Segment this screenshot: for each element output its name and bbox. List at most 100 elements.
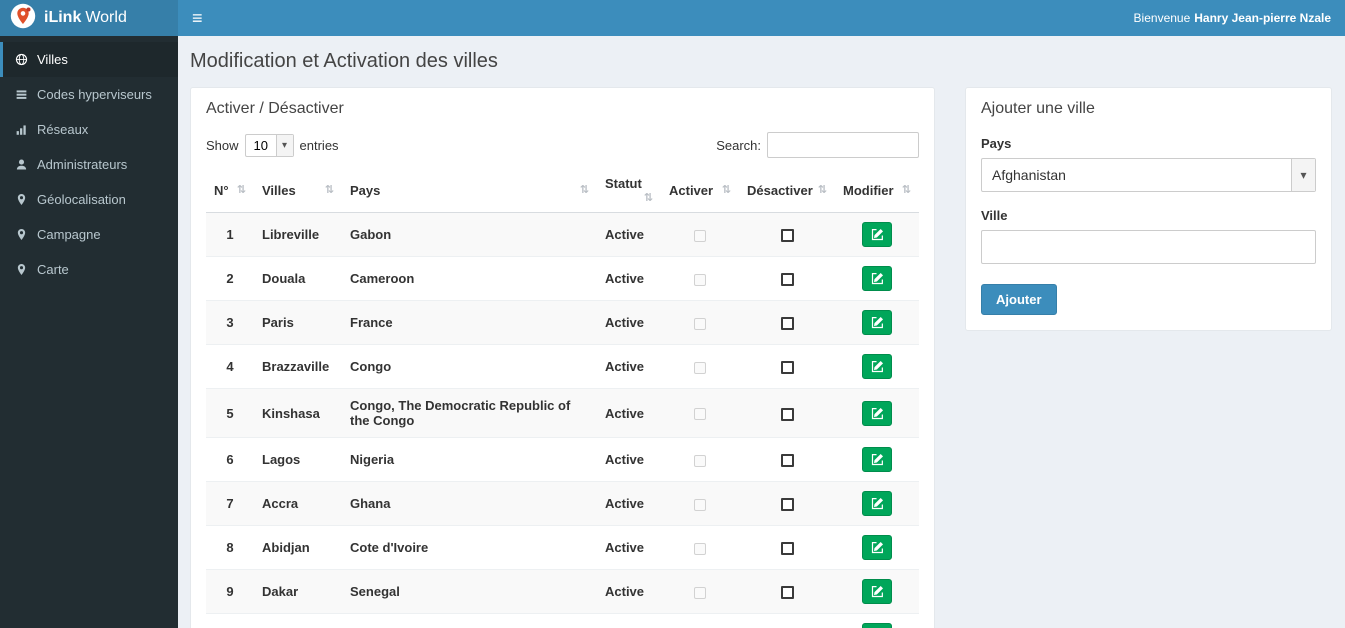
- cell-modifier: [835, 437, 919, 482]
- sidebar-item-label: Réseaux: [37, 122, 89, 137]
- edit-button[interactable]: [862, 623, 892, 628]
- cell-pays: France: [342, 300, 597, 345]
- top-bar: iLink World ≡ Bienvenue Hanry Jean-pierre …: [0, 0, 1345, 36]
- cell-num: 7: [206, 481, 254, 526]
- edit-button[interactable]: [862, 535, 892, 560]
- cell-modifier: [835, 344, 919, 389]
- brand-bold: iLink: [44, 9, 82, 26]
- desactiver-checkbox[interactable]: [780, 498, 794, 512]
- edit-button[interactable]: [862, 266, 892, 291]
- edit-icon: [871, 407, 884, 420]
- welcome-text: Bienvenue Hanry Jean-pierre Nzale: [1134, 11, 1331, 25]
- column-header-villes[interactable]: Villes ⇅: [254, 168, 342, 213]
- column-label: Désactiver: [747, 182, 813, 198]
- country-label: Pays: [981, 136, 1012, 151]
- cell-num: 3: [206, 300, 254, 345]
- country-select[interactable]: Afghanistan: [982, 159, 1315, 191]
- main-row: Activer / Désactiver Show 10 ▾ entries S…: [190, 87, 1332, 628]
- cell-num: 4: [206, 344, 254, 389]
- cell-pays: Ghana: [342, 481, 597, 526]
- sidebar-item-carte[interactable]: Carte: [0, 252, 178, 287]
- add-panel-title: Ajouter une ville: [981, 100, 1095, 117]
- page-title: Modification et Activation des villes: [190, 50, 498, 72]
- cell-activer: [661, 481, 739, 526]
- cell-statut: Active: [597, 212, 661, 257]
- edit-button[interactable]: [862, 222, 892, 247]
- edit-button[interactable]: [862, 400, 892, 426]
- show-label: Show: [206, 137, 239, 153]
- table-row: 2 Douala Cameroon Active: [206, 256, 919, 301]
- edit-button[interactable]: [862, 579, 892, 604]
- cell-modifier: [835, 300, 919, 345]
- desactiver-checkbox[interactable]: [780, 361, 794, 375]
- cell-pays: Cote d'Ivoire: [342, 525, 597, 570]
- page-length-select[interactable]: 10: [245, 134, 293, 156]
- cell-desactiver: [739, 300, 835, 345]
- cell-desactiver: [739, 613, 835, 628]
- cell-pays: Congo, The Democratic Republic of the Co…: [342, 388, 597, 438]
- sidebar-item-codes-hyperviseurs[interactable]: Codes hyperviseurs: [0, 77, 178, 112]
- activer-checkbox: [694, 454, 706, 467]
- desactiver-checkbox[interactable]: [780, 229, 794, 243]
- sidebar-item-geolocalisation[interactable]: Géolocalisation: [0, 182, 178, 217]
- column-header-pays[interactable]: Pays ⇅: [342, 168, 597, 213]
- desactiver-checkbox[interactable]: [780, 454, 794, 468]
- desactiver-checkbox[interactable]: [780, 542, 794, 556]
- edit-button[interactable]: [862, 310, 892, 335]
- cell-activer: [661, 300, 739, 345]
- page-length-select-wrap: 10 ▾: [244, 133, 294, 157]
- cell-num: 8: [206, 525, 254, 570]
- edit-button[interactable]: [862, 447, 892, 472]
- add-city-panel: Ajouter une ville Pays Afghanistan ▾ Vil…: [965, 87, 1332, 331]
- edit-icon: [871, 360, 884, 373]
- table-controls: Show 10 ▾ entries Search:: [206, 132, 919, 158]
- cell-ville: Libreville: [254, 212, 342, 257]
- column-label: Pays: [350, 182, 381, 198]
- add-city-button[interactable]: Ajouter: [981, 284, 1057, 315]
- sidebar-item-label: Carte: [37, 262, 69, 277]
- desactiver-checkbox[interactable]: [780, 407, 794, 421]
- cell-desactiver: [739, 256, 835, 301]
- welcome-name: Hanry Jean-pierre Nzale: [1194, 11, 1331, 25]
- sidebar-item-campagne[interactable]: Campagne: [0, 217, 178, 252]
- cell-activer: [661, 437, 739, 482]
- cell-activer: [661, 525, 739, 570]
- column-header-desactiver[interactable]: Désactiver ⇅: [739, 168, 835, 213]
- cell-pays: Congo: [342, 344, 597, 389]
- cell-statut: Active: [597, 613, 661, 628]
- activer-checkbox: [694, 273, 706, 286]
- sidebar-item-villes[interactable]: Villes: [0, 42, 178, 77]
- column-header-statut[interactable]: Statut ⇅: [597, 168, 661, 213]
- desactiver-checkbox[interactable]: [780, 317, 794, 331]
- cell-desactiver: [739, 344, 835, 389]
- edit-button[interactable]: [862, 354, 892, 379]
- cell-activer: [661, 613, 739, 628]
- cell-modifier: [835, 569, 919, 614]
- city-input[interactable]: [981, 230, 1316, 264]
- sidebar-item-reseaux[interactable]: Réseaux: [0, 112, 178, 147]
- table-body: 1 Libreville Gabon Active 2 Douala Camer…: [206, 212, 919, 628]
- sidebar-toggle-icon[interactable]: ≡: [192, 9, 203, 27]
- column-header-modifier[interactable]: Modifier ⇅: [835, 168, 919, 213]
- edit-button[interactable]: [862, 491, 892, 516]
- sort-icon: ⇅: [579, 183, 589, 196]
- edit-icon: [871, 228, 884, 241]
- cell-statut: Active: [597, 256, 661, 301]
- cell-statut: Active: [597, 569, 661, 614]
- brand[interactable]: iLink World: [0, 0, 178, 36]
- sort-icon: ⇅: [236, 183, 246, 196]
- sidebar-item-label: Codes hyperviseurs: [37, 87, 152, 102]
- sort-icon: ⇅: [817, 183, 827, 196]
- cell-activer: [661, 212, 739, 257]
- column-header-activer[interactable]: Activer ⇅: [661, 168, 739, 213]
- cell-pays: Cameroon: [342, 256, 597, 301]
- column-header-n[interactable]: N° ⇅: [206, 168, 254, 213]
- desactiver-checkbox[interactable]: [780, 586, 794, 600]
- sidebar-item-administrateurs[interactable]: Administrateurs: [0, 147, 178, 182]
- sidebar-item-label: Villes: [37, 52, 68, 67]
- column-label: Modifier: [843, 182, 894, 198]
- desactiver-checkbox[interactable]: [780, 273, 794, 287]
- search-input[interactable]: [767, 132, 919, 158]
- cell-modifier: [835, 481, 919, 526]
- cell-ville: Bamako: [254, 613, 342, 628]
